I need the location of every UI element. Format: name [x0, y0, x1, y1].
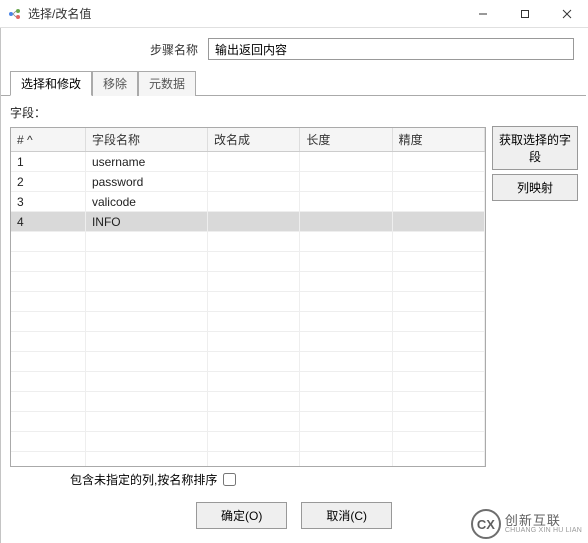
fields-label: 字段： — [10, 104, 486, 121]
table-cell[interactable] — [300, 172, 392, 192]
col-rename-header[interactable]: 改名成 — [208, 128, 300, 152]
col-hash-header[interactable]: # — [17, 133, 24, 147]
tab-metadata[interactable]: 元数据 — [138, 71, 196, 96]
step-name-input[interactable] — [208, 38, 574, 60]
table-row[interactable]: 1username — [11, 152, 485, 172]
watermark: CX 创新互联 CHUANG XIN HU LIAN — [471, 509, 582, 539]
table-cell[interactable] — [208, 172, 300, 192]
table-row-empty — [11, 232, 485, 252]
table-row-empty — [11, 252, 485, 272]
table-row-empty — [11, 372, 485, 392]
table-row[interactable]: 3valicode — [11, 192, 485, 212]
table-row-empty — [11, 392, 485, 412]
table-row-empty — [11, 292, 485, 312]
table-row-empty — [11, 432, 485, 452]
table-cell[interactable]: 1 — [11, 152, 85, 172]
include-unspecified-checkbox[interactable] — [223, 473, 236, 486]
column-mapping-button[interactable]: 列映射 — [492, 174, 578, 201]
table-cell[interactable]: valicode — [85, 192, 207, 212]
step-name-label: 步骤名称 — [14, 41, 208, 58]
table-cell[interactable] — [392, 172, 484, 192]
table-cell[interactable]: 2 — [11, 172, 85, 192]
minimize-button[interactable] — [462, 0, 504, 28]
table-cell[interactable] — [208, 152, 300, 172]
col-name-header[interactable]: 字段名称 — [85, 128, 207, 152]
table-cell[interactable] — [300, 152, 392, 172]
window-border — [0, 28, 6, 543]
fields-table[interactable]: # ^ 字段名称 改名成 长度 精度 1username2password3va… — [10, 127, 486, 467]
table-row[interactable]: 4INFO — [11, 212, 485, 232]
maximize-button[interactable] — [504, 0, 546, 28]
table-row-empty — [11, 412, 485, 432]
table-cell[interactable]: username — [85, 152, 207, 172]
table-cell[interactable] — [392, 212, 484, 232]
table-cell[interactable] — [300, 192, 392, 212]
watermark-sub: CHUANG XIN HU LIAN — [505, 527, 582, 534]
table-row[interactable]: 2password — [11, 172, 485, 192]
tab-remove[interactable]: 移除 — [92, 71, 138, 96]
step-name-row: 步骤名称 — [0, 28, 588, 68]
tabs: 选择和修改 移除 元数据 — [0, 70, 586, 96]
window-title: 选择/改名值 — [28, 5, 462, 22]
table-cell[interactable]: password — [85, 172, 207, 192]
cancel-button[interactable]: 取消(C) — [301, 502, 392, 529]
watermark-logo: CX — [471, 509, 501, 539]
get-selected-fields-button[interactable]: 获取选择的字段 — [492, 126, 578, 170]
table-cell[interactable] — [392, 152, 484, 172]
table-cell[interactable]: 3 — [11, 192, 85, 212]
table-cell[interactable] — [300, 212, 392, 232]
table-row-empty — [11, 332, 485, 352]
table-row-empty — [11, 452, 485, 468]
watermark-main: 创新互联 — [505, 514, 582, 527]
table-row-empty — [11, 352, 485, 372]
sort-icon: ^ — [27, 133, 33, 147]
close-button[interactable] — [546, 0, 588, 28]
table-cell[interactable]: INFO — [85, 212, 207, 232]
table-row-empty — [11, 312, 485, 332]
table-cell[interactable] — [392, 192, 484, 212]
col-precision-header[interactable]: 精度 — [392, 128, 484, 152]
app-icon — [8, 7, 22, 21]
tab-select-modify[interactable]: 选择和修改 — [10, 71, 92, 96]
table-cell[interactable]: 4 — [11, 212, 85, 232]
include-unspecified-label: 包含未指定的列,按名称排序 — [70, 471, 217, 488]
table-row-empty — [11, 272, 485, 292]
table-cell[interactable] — [208, 192, 300, 212]
table-cell[interactable] — [208, 212, 300, 232]
titlebar: 选择/改名值 — [0, 0, 588, 28]
col-length-header[interactable]: 长度 — [300, 128, 392, 152]
ok-button[interactable]: 确定(O) — [196, 502, 287, 529]
